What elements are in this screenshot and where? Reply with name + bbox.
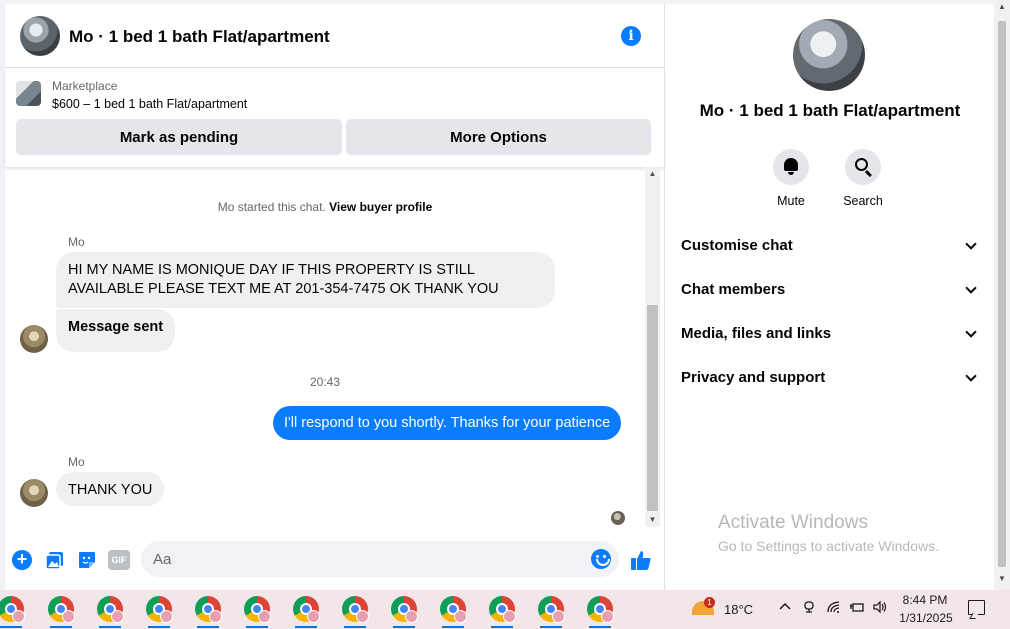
running-indicator: [148, 626, 170, 628]
watermark-title: Activate Windows: [718, 512, 868, 533]
running-indicator: [0, 626, 22, 628]
chrome-profile-icon[interactable]: [48, 596, 75, 623]
emoji-icon[interactable]: [591, 549, 611, 569]
info-icon[interactable]: i: [621, 26, 641, 46]
running-indicator: [197, 626, 219, 628]
section-label: Customise chat: [681, 237, 793, 254]
clock-time[interactable]: 8:44 PM: [902, 593, 948, 607]
chrome-profile-icon[interactable]: [195, 596, 222, 623]
clock-date[interactable]: 1/31/2025: [896, 611, 956, 625]
chrome-profile-icon[interactable]: [342, 596, 369, 623]
windows-taskbar: 1 18°C 8:44 PM 1/31/2025: [0, 590, 1010, 629]
system-note: Mo started this chat. View buyer profile: [5, 200, 645, 214]
plus-icon[interactable]: +: [12, 550, 32, 570]
message-list: Mo started this chat. View buyer profile…: [5, 167, 645, 527]
read-receipt-avatar: [611, 511, 625, 525]
incoming-message[interactable]: HI MY NAME IS MONIQUE DAY IF THIS PROPER…: [56, 252, 555, 308]
running-indicator: [50, 626, 72, 628]
gallery-icon[interactable]: [45, 550, 65, 570]
media-files-links-section[interactable]: Media, files and links: [681, 325, 979, 349]
chrome-profile-icon[interactable]: [0, 596, 25, 623]
sender-avatar[interactable]: [20, 479, 48, 507]
message-input[interactable]: [141, 541, 619, 577]
incoming-message[interactable]: THANK YOU: [56, 472, 165, 506]
search-icon[interactable]: [845, 149, 881, 185]
listing-avatar[interactable]: [20, 16, 60, 56]
more-options-button[interactable]: More Options: [346, 119, 651, 155]
chat-members-section[interactable]: Chat members: [681, 281, 979, 305]
running-indicator: [442, 626, 464, 628]
running-indicator: [295, 626, 317, 628]
chrome-profile-icon[interactable]: [97, 596, 124, 623]
page-scroll-up-icon[interactable]: ▲: [994, 2, 1010, 11]
battery-icon[interactable]: [849, 600, 865, 617]
page-scrollbar-thumb[interactable]: [998, 21, 1006, 567]
mute-label: Mute: [777, 194, 805, 208]
mark-as-pending-button[interactable]: Mark as pending: [16, 119, 342, 155]
mute-button[interactable]: Mute: [761, 149, 821, 208]
running-indicator: [246, 626, 268, 628]
running-indicator: [393, 626, 415, 628]
wifi-icon[interactable]: [826, 600, 841, 617]
running-indicator: [589, 626, 611, 628]
system-note-text: Mo started this chat.: [217, 200, 326, 214]
section-label: Media, files and links: [681, 325, 832, 342]
customise-chat-section[interactable]: Customise chat: [681, 237, 979, 261]
privacy-support-section[interactable]: Privacy and support: [681, 369, 979, 393]
chat-title[interactable]: Mo · 1 bed 1 bath Flat/apartment: [69, 27, 330, 47]
weather-badge: 1: [704, 597, 715, 608]
running-indicator: [344, 626, 366, 628]
sender-name: Mo: [68, 235, 85, 249]
view-buyer-profile-link[interactable]: View buyer profile: [329, 200, 432, 214]
scroll-down-arrow-icon[interactable]: ▼: [645, 513, 660, 527]
activate-windows-watermark: Activate Windows Go to Settings to activ…: [718, 512, 939, 554]
chrome-profile-icon[interactable]: [146, 596, 173, 623]
listing-avatar-large[interactable]: [793, 19, 865, 91]
sender-avatar[interactable]: [20, 325, 48, 353]
notification-icon[interactable]: [968, 600, 985, 615]
meet-now-icon[interactable]: [802, 600, 816, 617]
gif-icon[interactable]: GIF: [108, 550, 130, 570]
bell-icon[interactable]: [773, 149, 809, 185]
chrome-profile-icon[interactable]: [391, 596, 418, 623]
watermark-subtitle: Go to Settings to activate Windows.: [718, 538, 939, 554]
conversation-info-panel: Mo · 1 bed 1 bath Flat/apartment Mute Se…: [664, 4, 994, 590]
chat-header: Mo · 1 bed 1 bath Flat/apartment i: [5, 4, 664, 68]
chrome-profile-icon[interactable]: [587, 596, 614, 623]
chrome-profile-icon[interactable]: [538, 596, 565, 623]
incoming-message[interactable]: Message sent: [56, 309, 176, 352]
section-label: Chat members: [681, 281, 786, 298]
listing-price-title[interactable]: $600 – 1 bed 1 bath Flat/apartment: [52, 97, 247, 111]
temperature[interactable]: 18°C: [724, 602, 753, 617]
chevron-down-icon: [965, 238, 977, 250]
sticker-icon[interactable]: [77, 550, 97, 570]
chrome-profile-icon[interactable]: [440, 596, 467, 623]
running-indicator: [540, 626, 562, 628]
section-label: Privacy and support: [681, 369, 826, 386]
timestamp-separator: 20:43: [309, 375, 341, 389]
scroll-up-arrow-icon[interactable]: ▲: [645, 167, 660, 181]
listing-thumbnail[interactable]: [16, 81, 41, 106]
chevron-down-icon: [965, 282, 977, 294]
message-composer: + GIF: [5, 530, 664, 588]
thumbs-up-icon[interactable]: [630, 549, 652, 575]
search-label: Search: [843, 194, 883, 208]
chrome-profile-icon[interactable]: [293, 596, 320, 623]
chat-scrollbar-thumb[interactable]: [647, 305, 658, 511]
outgoing-message[interactable]: I'll respond to you shortly. Thanks for …: [273, 406, 622, 440]
chevron-down-icon: [965, 326, 977, 338]
search-button[interactable]: Search: [833, 149, 893, 208]
marketplace-card: Marketplace $600 – 1 bed 1 bath Flat/apa…: [5, 69, 664, 167]
running-indicator: [99, 626, 121, 628]
sender-name: Mo: [68, 455, 85, 469]
chevron-up-icon[interactable]: [778, 600, 792, 617]
marketplace-label: Marketplace: [52, 79, 118, 93]
chevron-down-icon: [965, 370, 977, 382]
side-panel-title: Mo · 1 bed 1 bath Flat/apartment: [699, 101, 961, 120]
volume-icon[interactable]: [872, 600, 888, 617]
chrome-profile-icon[interactable]: [489, 596, 516, 623]
running-indicator: [491, 626, 513, 628]
chrome-profile-icon[interactable]: [244, 596, 271, 623]
page-scroll-down-icon[interactable]: ▼: [994, 574, 1010, 583]
